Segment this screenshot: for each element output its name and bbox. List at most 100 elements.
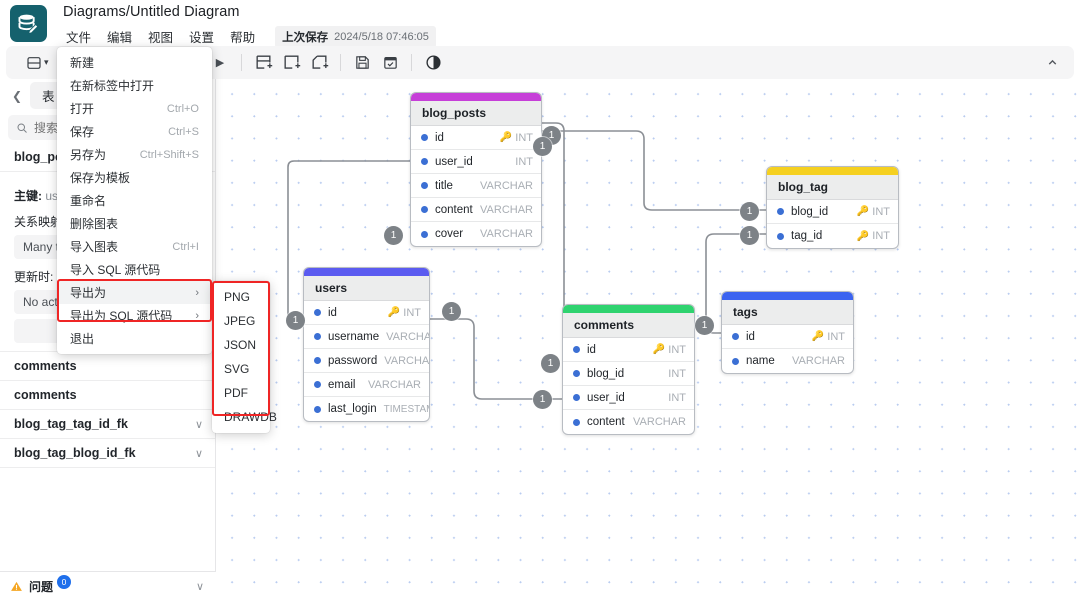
chevron-down-icon[interactable]: ∨: [195, 447, 203, 460]
field-type-label: INT: [515, 132, 533, 144]
table-title: blog_tag: [767, 175, 898, 200]
menu-item-save-as[interactable]: 另存为 Ctrl+Shift+S: [57, 143, 212, 166]
field-name: password: [328, 355, 377, 367]
menu-item-export-sql[interactable]: 导出为 SQL 源代码 ›: [57, 304, 212, 327]
menu-help[interactable]: 帮助: [222, 25, 263, 48]
warning-triangle-icon: [10, 580, 23, 593]
field-dot-icon: [777, 208, 784, 215]
theme-button[interactable]: [419, 50, 447, 76]
cardinality-mark: 1: [286, 311, 305, 330]
collapse-toolbar-button[interactable]: [1038, 50, 1066, 76]
menu-item-label: 删除图表: [70, 215, 118, 232]
add-note-button[interactable]: [305, 50, 333, 76]
field-dot-icon: [421, 182, 428, 189]
menu-item-accel: Ctrl+Shift+S: [140, 149, 199, 161]
table-field[interactable]: id 🔑 INT: [411, 126, 541, 150]
file-dropdown-menu[interactable]: 新建 在新标签中打开 打开 Ctrl+O 保存 Ctrl+S 另存为 Ctrl+…: [57, 47, 212, 354]
last-saved-label: 上次保存: [282, 29, 328, 45]
table-field[interactable]: email VARCHAR: [304, 373, 429, 397]
menu-item-delete-diagram[interactable]: 删除图表: [57, 212, 212, 235]
table-field[interactable]: content VARCHAR: [563, 410, 694, 434]
sidebar-item-label: comments: [14, 359, 77, 373]
table-field[interactable]: id 🔑 INT: [304, 301, 429, 325]
menu-item-open-in-new-tab[interactable]: 在新标签中打开: [57, 74, 212, 97]
table-field[interactable]: password VARCHAR: [304, 349, 429, 373]
table-field[interactable]: blog_id 🔑 INT: [767, 200, 898, 224]
sidebar-item-blog-tag-tag-id-fk[interactable]: blog_tag_tag_id_fk ∨: [0, 410, 215, 439]
table-field[interactable]: last_login TIMESTAMP: [304, 397, 429, 421]
menu-item-exit[interactable]: 退出: [57, 327, 212, 350]
table-field[interactable]: user_id INT: [411, 150, 541, 174]
toolbar-divider: [241, 54, 242, 71]
menu-item-new[interactable]: 新建: [57, 51, 212, 74]
table-field[interactable]: cover VARCHAR: [411, 222, 541, 246]
export-submenu[interactable]: PNG JPEG JSON SVG PDF DRAWDB: [212, 281, 270, 433]
menu-item-import-diagram[interactable]: 导入图表 Ctrl+I: [57, 235, 212, 258]
save-button[interactable]: [348, 50, 376, 76]
table-field[interactable]: user_id INT: [563, 386, 694, 410]
app-logo[interactable]: [10, 5, 47, 42]
menu-item-open[interactable]: 打开 Ctrl+O: [57, 97, 212, 120]
menu-file[interactable]: 文件: [63, 25, 99, 48]
field-type: VARCHAR: [386, 331, 430, 343]
chevron-left-icon[interactable]: ❮: [6, 85, 28, 107]
chevron-down-icon[interactable]: ∨: [195, 418, 203, 431]
menu-view[interactable]: 视图: [140, 25, 181, 48]
sidebar-item-blog-tag-blog-id-fk[interactable]: blog_tag_blog_id_fk ∨: [0, 439, 215, 468]
add-area-button[interactable]: [277, 50, 305, 76]
layout-caret-icon[interactable]: ▾: [44, 57, 49, 68]
field-name: title: [435, 180, 453, 192]
table-field[interactable]: blog_id INT: [563, 362, 694, 386]
field-type: VARCHAR: [480, 204, 533, 216]
menu-item-import-sql[interactable]: 导入 SQL 源代码: [57, 258, 212, 281]
field-dot-icon: [314, 381, 321, 388]
cardinality-mark: 1: [533, 390, 552, 409]
table-field[interactable]: username VARCHAR: [304, 325, 429, 349]
diagram-canvas[interactable]: blog_posts id 🔑 INT user_id INT title VA…: [216, 79, 1080, 601]
issues-label: 问题: [29, 578, 53, 595]
chevron-down-icon[interactable]: ∨: [196, 580, 204, 593]
key-icon: 🔑: [857, 206, 869, 217]
cardinality-mark: 1: [533, 137, 552, 156]
export-option-jpeg[interactable]: JPEG: [212, 309, 270, 333]
table-field[interactable]: name VARCHAR: [722, 349, 853, 373]
menu-item-save[interactable]: 保存 Ctrl+S: [57, 120, 212, 143]
table-color-bar: [563, 305, 694, 313]
field-dot-icon: [314, 309, 321, 316]
issues-indicator[interactable]: 问题 0: [10, 578, 73, 595]
field-name: blog_id: [791, 206, 828, 218]
add-table-button[interactable]: [249, 50, 277, 76]
menu-item-label: 重命名: [70, 192, 106, 209]
table-field[interactable]: id 🔑 INT: [563, 338, 694, 362]
table-users[interactable]: users id 🔑 INT username VARCHAR password…: [303, 267, 430, 422]
export-option-png[interactable]: PNG: [212, 285, 270, 309]
table-comments[interactable]: comments id 🔑 INT blog_id INT user_id IN…: [562, 304, 695, 435]
export-option-drawdb[interactable]: DRAWDB: [212, 405, 270, 429]
table-blog-tag[interactable]: blog_tag blog_id 🔑 INT tag_id 🔑 INT: [766, 166, 899, 249]
export-option-svg[interactable]: SVG: [212, 357, 270, 381]
table-field[interactable]: tag_id 🔑 INT: [767, 224, 898, 248]
status-bar: 问题 0 ∨: [0, 571, 216, 601]
table-field[interactable]: title VARCHAR: [411, 174, 541, 198]
export-option-pdf[interactable]: PDF: [212, 381, 270, 405]
table-field[interactable]: id 🔑 INT: [722, 325, 853, 349]
menu-item-save-as-template[interactable]: 保存为模板: [57, 166, 212, 189]
sidebar-item-comments-1[interactable]: comments: [0, 352, 215, 381]
toolbar-divider-2: [340, 54, 341, 71]
export-option-json[interactable]: JSON: [212, 333, 270, 357]
toolbar-right: [1038, 46, 1066, 79]
menu-settings[interactable]: 设置: [181, 25, 222, 48]
menu-item-accel: Ctrl+I: [172, 241, 199, 253]
menu-item-label: 新建: [70, 54, 94, 71]
menu-item-export-as[interactable]: 导出为 ›: [57, 281, 212, 304]
menu-item-rename[interactable]: 重命名: [57, 189, 212, 212]
todo-button[interactable]: [376, 50, 404, 76]
field-name: cover: [435, 228, 463, 240]
table-field[interactable]: content VARCHAR: [411, 198, 541, 222]
menu-item-label: 保存为模板: [70, 169, 130, 186]
cardinality-mark: 1: [541, 354, 560, 373]
table-blog-posts[interactable]: blog_posts id 🔑 INT user_id INT title VA…: [410, 92, 542, 247]
table-tags[interactable]: tags id 🔑 INT name VARCHAR: [721, 291, 854, 374]
menu-edit[interactable]: 编辑: [99, 25, 140, 48]
sidebar-item-comments-2[interactable]: comments: [0, 381, 215, 410]
